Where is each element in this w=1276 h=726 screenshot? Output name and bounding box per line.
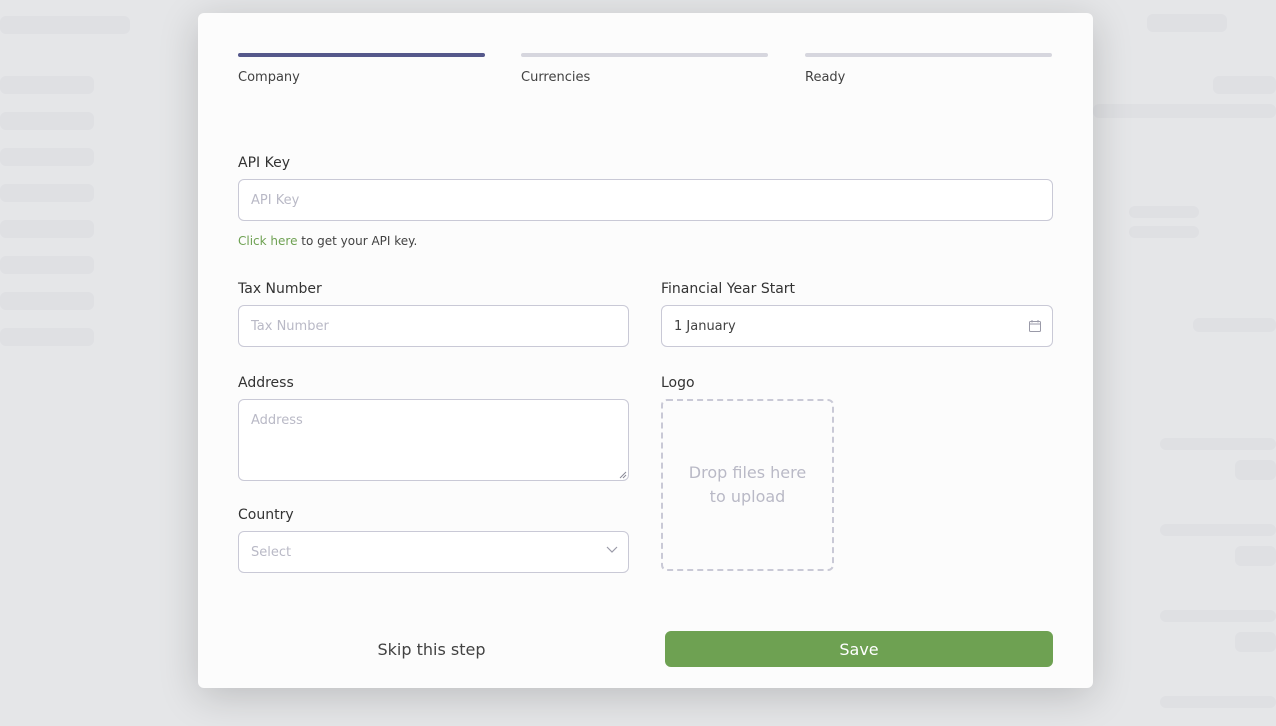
address-placeholder: Address bbox=[251, 413, 303, 428]
api-key-input[interactable]: API Key bbox=[238, 179, 1053, 221]
financial-year-start-label: Financial Year Start bbox=[661, 281, 796, 297]
save-button[interactable]: Save bbox=[665, 631, 1053, 667]
tax-number-input[interactable]: Tax Number bbox=[238, 305, 629, 347]
financial-year-start-value: 1 January bbox=[674, 318, 736, 334]
step-currencies[interactable]: Currencies bbox=[521, 53, 768, 85]
api-key-link[interactable]: Click here bbox=[238, 234, 297, 248]
skip-step-button[interactable]: Skip this step bbox=[238, 631, 625, 667]
api-key-hint-text: to get your API key. bbox=[297, 234, 418, 248]
wizard-steps: Company Currencies Ready bbox=[238, 53, 1053, 93]
step-label: Company bbox=[238, 70, 300, 85]
logo-label: Logo bbox=[661, 375, 695, 391]
step-progress-bar bbox=[805, 53, 1052, 57]
step-company[interactable]: Company bbox=[238, 53, 485, 85]
dropzone-text: Drop files here to upload bbox=[688, 463, 807, 506]
setup-wizard-modal: Company Currencies Ready API Key API Key… bbox=[198, 13, 1093, 688]
financial-year-start-input[interactable]: 1 January bbox=[661, 305, 1053, 347]
country-select[interactable]: Select bbox=[238, 531, 629, 573]
step-label: Currencies bbox=[521, 70, 591, 85]
step-ready[interactable]: Ready bbox=[805, 53, 1052, 85]
address-textarea[interactable]: Address bbox=[238, 399, 629, 481]
step-progress-bar bbox=[238, 53, 485, 57]
country-placeholder: Select bbox=[251, 544, 292, 560]
api-key-label: API Key bbox=[238, 155, 290, 171]
calendar-icon[interactable] bbox=[1029, 320, 1041, 332]
address-label: Address bbox=[238, 375, 294, 391]
logo-dropzone[interactable]: Drop files here to upload bbox=[661, 399, 834, 571]
step-progress-bar bbox=[521, 53, 768, 57]
country-label: Country bbox=[238, 507, 294, 523]
step-label: Ready bbox=[805, 70, 846, 85]
tax-number-label: Tax Number bbox=[238, 281, 322, 297]
api-key-hint: Click here to get your API key. bbox=[238, 234, 417, 248]
api-key-placeholder: API Key bbox=[251, 192, 300, 208]
resize-handle-icon[interactable] bbox=[619, 471, 627, 479]
chevron-down-icon bbox=[606, 546, 618, 553]
tax-number-placeholder: Tax Number bbox=[251, 318, 329, 334]
